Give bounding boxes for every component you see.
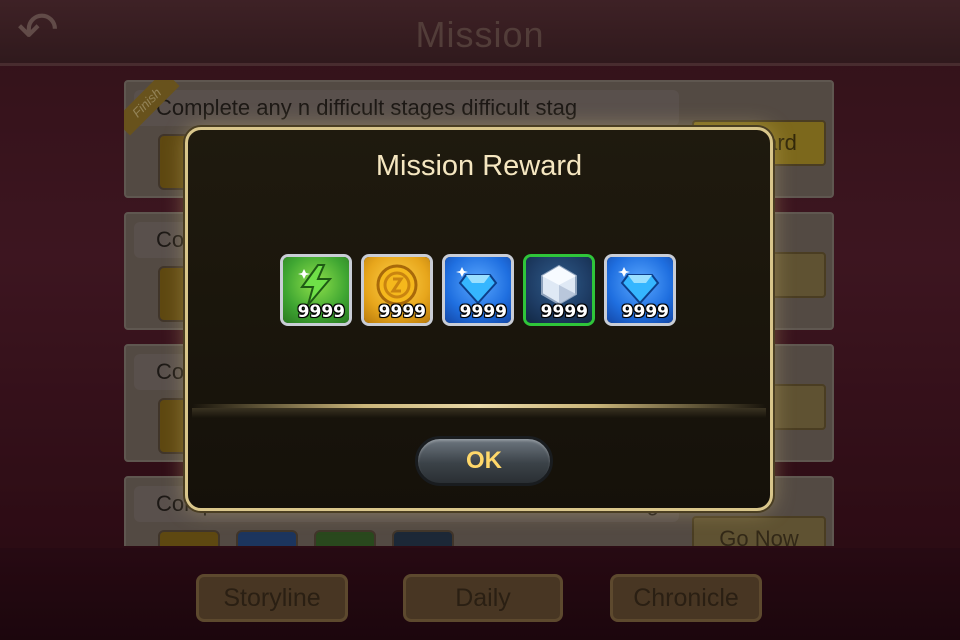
energy-icon <box>298 264 333 306</box>
crystal-icon <box>541 264 577 306</box>
reward-item-crystal[interactable]: 9999 <box>523 254 595 326</box>
blue-diamond-icon <box>456 267 498 305</box>
reward-quantity: 9999 <box>540 302 588 322</box>
reward-item-diamond[interactable]: 9999 <box>442 254 514 326</box>
reward-quantity: 9999 <box>297 302 345 322</box>
gold-coin-icon <box>376 264 418 306</box>
reward-item-diamond[interactable]: 9999 <box>604 254 676 326</box>
mission-reward-dialog: Mission Reward 9999 9999 9999 9999 9999 … <box>185 127 773 511</box>
reward-list: 9999 9999 9999 9999 9999 <box>280 254 680 328</box>
reward-quantity: 9999 <box>459 302 507 322</box>
dialog-divider-glow <box>192 408 766 418</box>
ok-button[interactable]: OK <box>415 436 553 486</box>
reward-quantity: 9999 <box>621 302 669 322</box>
reward-item-gold[interactable]: 9999 <box>361 254 433 326</box>
blue-diamond-icon <box>618 267 660 305</box>
reward-quantity: 9999 <box>378 302 426 322</box>
dialog-title: Mission Reward <box>375 150 583 182</box>
reward-item-energy[interactable]: 9999 <box>280 254 352 326</box>
